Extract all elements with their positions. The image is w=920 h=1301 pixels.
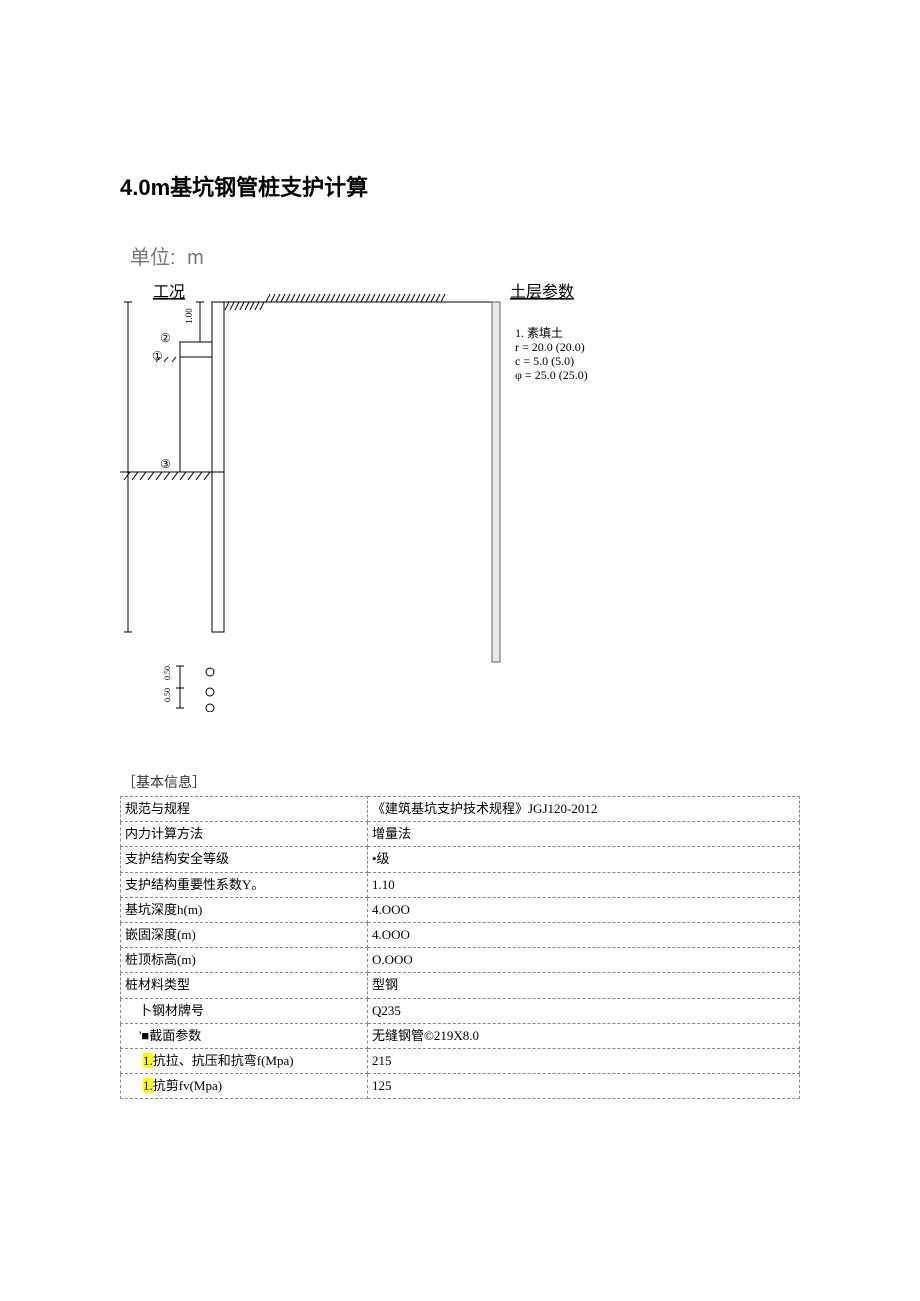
mark-1: ① — [152, 349, 163, 363]
table-row: 内力计算方法增量法 — [121, 822, 800, 847]
row-label: 基坑深度h(m) — [121, 897, 368, 922]
row-value: Q235 — [368, 998, 800, 1023]
dim-1-00: 1.00 — [184, 308, 194, 324]
table-row: 嵌固深度(m)4.OOO — [121, 922, 800, 947]
table-row: 1.抗剪fv(Mpa)125 — [121, 1074, 800, 1099]
section-view: 0.50 0.50 — [163, 666, 214, 712]
diagram: 单位: m 工况 土层参数 1. 素填 — [120, 242, 620, 712]
mark-3: ③ — [160, 457, 171, 471]
row-value: 1.10 — [368, 872, 800, 897]
row-label: 规范与规程 — [121, 797, 368, 822]
row-value: O.OOO — [368, 948, 800, 973]
table-row: 桩顶标高(m)O.OOO — [121, 948, 800, 973]
soil-param-label: 土层参数 — [510, 283, 574, 301]
row-value: 增量法 — [368, 822, 800, 847]
row-label: 1.抗剪fv(Mpa) — [121, 1074, 368, 1099]
row-label: 1.抗拉、抗压和抗弯f(Mpa) — [121, 1048, 368, 1073]
right-pile — [492, 302, 500, 662]
table-row: '■截面参数无缝钢管©219X8.0 — [121, 1023, 800, 1048]
table-row: 卜钢材牌号Q235 — [121, 998, 800, 1023]
table-row: 支护结构重要性系数Y。1.10 — [121, 872, 800, 897]
dim-0-50-a: 0.50 — [163, 666, 172, 680]
table-row: 规范与规程《建筑基坑支护技术规程》JGJ120-2012 — [121, 797, 800, 822]
table-row: 支护结构安全等级•级 — [121, 847, 800, 872]
row-label: 嵌固深度(m) — [121, 922, 368, 947]
row-value: 《建筑基坑支护技术规程》JGJ120-2012 — [368, 797, 800, 822]
row-label: 内力计算方法 — [121, 822, 368, 847]
hatch-top — [266, 294, 445, 302]
row-label: '■截面参数 — [121, 1023, 368, 1048]
soil-text-4: φ = 25.0 (25.0) — [515, 368, 588, 382]
mark-2: ② — [160, 331, 171, 345]
section-header: ［基本信息］ — [122, 772, 798, 792]
left-pile — [212, 302, 224, 632]
row-label: 支护结构安全等级 — [121, 847, 368, 872]
row-value: 4.OOO — [368, 922, 800, 947]
soil-text-2: r = 20.0 (20.0) — [515, 340, 585, 354]
soil-text-1: 1. 素填土 — [515, 326, 563, 340]
dim-4-00-a: 4.00 — [120, 375, 123, 393]
table-row: 基坑深度h(m)4.OOO — [121, 897, 800, 922]
unit-value: m — [187, 247, 204, 269]
soil-text-3: c = 5.0 (5.0) — [515, 354, 574, 368]
row-value: 125 — [368, 1074, 800, 1099]
row-label: 卜钢材牌号 — [121, 998, 368, 1023]
row-value: 4.OOO — [368, 897, 800, 922]
row-value: 无缝钢管©219X8.0 — [368, 1023, 800, 1048]
svg-text:单位: m: 单位: m — [130, 246, 204, 269]
dim-0-50-b: 0.50 — [163, 688, 172, 702]
dim-4-00-b: 4.00 — [120, 545, 123, 563]
row-value: 215 — [368, 1048, 800, 1073]
excavation-box — [180, 342, 212, 472]
unit-label: 单位: — [130, 246, 176, 269]
row-label: 桩顶标高(m) — [121, 948, 368, 973]
condition-label: 工况 — [153, 284, 185, 301]
row-label: 桩材料类型 — [121, 973, 368, 998]
row-value: 型钢 — [368, 973, 800, 998]
page-title: 4.0m基坑钢管桩支护计算 — [120, 170, 800, 202]
table-row: 桩材料类型型钢 — [121, 973, 800, 998]
info-table: 规范与规程《建筑基坑支护技术规程》JGJ120-2012内力计算方法增量法支护结… — [120, 796, 800, 1099]
row-label: 支护结构重要性系数Y。 — [121, 872, 368, 897]
row-value: •级 — [368, 847, 800, 872]
table-row: 1.抗拉、抗压和抗弯f(Mpa)215 — [121, 1048, 800, 1073]
